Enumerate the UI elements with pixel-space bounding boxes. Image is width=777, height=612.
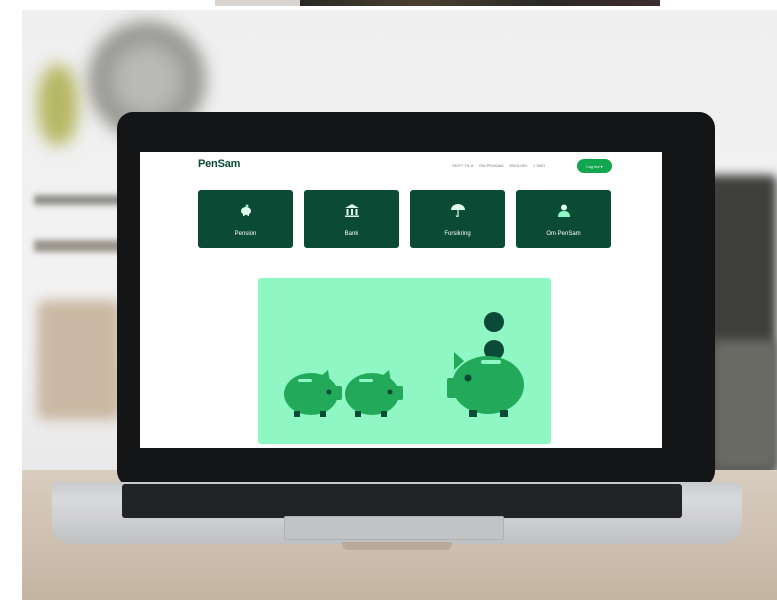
laptop-notch: [342, 542, 452, 550]
tile-label: Om PenSam: [546, 231, 581, 237]
piggy-bank-icon: [198, 204, 293, 219]
tile-om-pensam[interactable]: Om PenSam: [516, 190, 611, 248]
person-icon: [516, 204, 611, 220]
site-header: PenSam SKIFT TIL ▾ OM PENSAM ENGLISH ⌕ S…: [140, 152, 662, 182]
piggy-bank-large: [447, 352, 524, 417]
tile-pension[interactable]: Pension: [198, 190, 293, 248]
laptop-screen: PenSam SKIFT TIL ▾ OM PENSAM ENGLISH ⌕ S…: [140, 152, 662, 448]
pensam-logo[interactable]: PenSam: [198, 158, 240, 170]
nav-english[interactable]: ENGLISH: [510, 163, 528, 168]
adjacent-photo-dark: [300, 0, 660, 6]
blurred-pear: [38, 65, 78, 145]
blurred-appliance: [712, 340, 777, 470]
bank-building-icon: [304, 204, 399, 220]
laptop-trackpad: [284, 516, 504, 540]
blurred-basket: [37, 300, 122, 420]
laptop-keyboard: [122, 484, 682, 518]
coin-icon: [484, 312, 504, 332]
blurred-shelf: [34, 195, 124, 205]
tile-forsikring[interactable]: Forsikring: [410, 190, 505, 248]
umbrella-icon: [410, 204, 505, 220]
laptop-photo: PenSam SKIFT TIL ▾ OM PENSAM ENGLISH ⌕ S…: [22, 10, 777, 600]
adjacent-photo-light: [215, 0, 300, 6]
tile-label: Pension: [234, 231, 257, 237]
login-button[interactable]: Log ind ▾: [577, 159, 612, 173]
tile-bank[interactable]: Bank: [304, 190, 399, 248]
adjacent-photo-strip: [0, 0, 777, 8]
hero-illustration: [258, 278, 551, 444]
tile-label: Bank: [344, 231, 359, 237]
nav-search[interactable]: ⌕ SØG: [533, 163, 545, 168]
nav-switch-to[interactable]: SKIFT TIL ▾: [452, 163, 473, 168]
tile-label: Forsikring: [444, 231, 471, 237]
top-nav: SKIFT TIL ▾ OM PENSAM ENGLISH ⌕ SØG: [452, 163, 545, 168]
piggy-bank-small-1: [284, 370, 342, 417]
nav-about[interactable]: OM PENSAM: [479, 163, 503, 168]
piggy-bank-small-2: [345, 370, 403, 417]
